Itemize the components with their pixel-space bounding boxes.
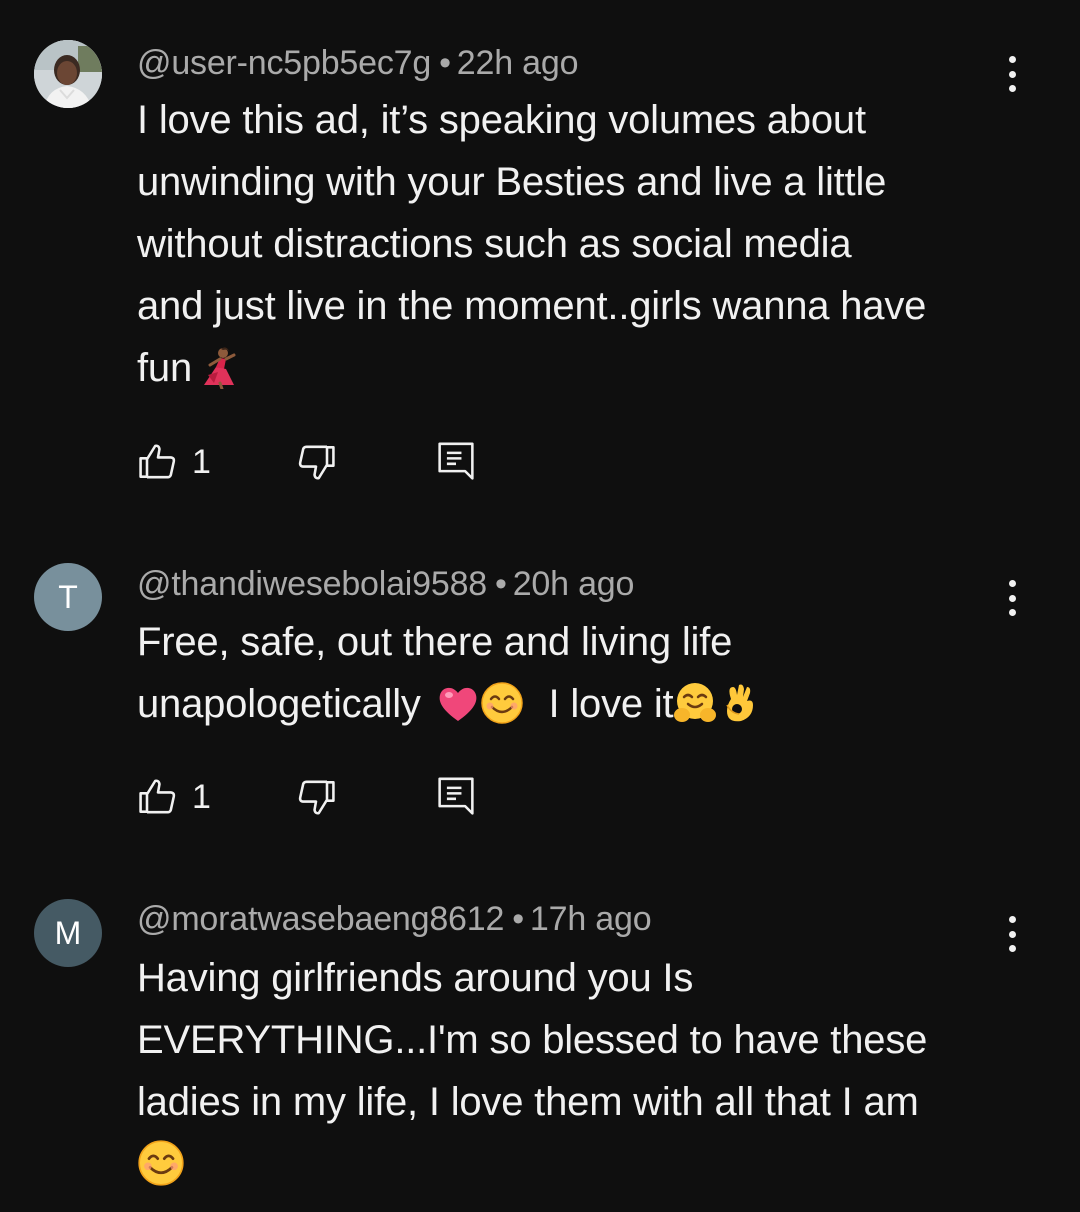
avatar-letter: M [54,914,82,951]
comment-time[interactable]: 20h ago [513,565,635,603]
comment-text: Free, safe, out there and living life un… [137,611,1017,735]
comment-line: ladies in my life, I love them with all … [137,1080,919,1124]
reply-icon [438,777,474,815]
comment-line-text: fun [137,346,193,390]
smile-emoji [480,682,523,724]
comment-actions: 1 [136,440,496,484]
avatar[interactable] [34,40,102,108]
heart-emoji [439,687,476,721]
thumbs-down-icon [298,445,335,480]
dislike-button[interactable] [294,440,338,484]
comment-line: Having girlfriends around you Is [137,956,694,1000]
like-button[interactable]: 1 [136,775,211,819]
comment-meta: @moratwasebaeng8612 • 17h ago [137,900,652,939]
comment-line [137,1133,1017,1197]
comment-time[interactable]: 17h ago [530,900,652,938]
reply-icon [438,442,474,480]
dancer-emoji [204,347,236,389]
comment-line: fun [137,337,1017,399]
like-count: 1 [192,777,211,816]
comment-line: I love this ad, it’s speaking volumes ab… [137,98,866,142]
thumbs-up-icon [139,444,176,479]
comment-line: unapologetically I love it [137,673,1017,735]
avatar-photo [34,40,102,108]
hug-emoji [674,683,717,722]
avatar[interactable]: M [34,899,102,967]
comment-line: and just live in the moment..girls wanna… [137,284,927,328]
dislike-button[interactable] [294,775,338,819]
avatar-letter: T [58,578,78,615]
meta-separator: • [439,44,451,82]
like-count: 1 [192,442,211,481]
comment-text: Having girlfriends around you Is EVERYTH… [137,947,1017,1197]
avatar[interactable]: T [34,563,102,631]
comment-author[interactable]: @user-nc5pb5ec7g [137,44,431,82]
comment-text: I love this ad, it’s speaking volumes ab… [137,89,1017,399]
comment-line-text: unapologetically [137,682,421,726]
reply-button[interactable] [436,775,476,819]
comment-time[interactable]: 22h ago [457,44,579,82]
comment-actions: 1 [136,775,496,819]
like-button[interactable]: 1 [136,440,211,484]
comment-meta: @thandiwesebolai9588 • 20h ago [137,565,634,604]
thumbs-down-icon [298,780,335,815]
comment-line: Free, safe, out there and living life [137,620,733,664]
comment-line: without distractions such as social medi… [137,222,852,266]
comment-author[interactable]: @moratwasebaeng8612 [137,900,504,938]
ok-hand-emoji [726,684,754,722]
comment-line-text: I love it [548,682,674,726]
reply-button[interactable] [436,440,476,484]
comment-author[interactable]: @thandiwesebolai9588 [137,565,487,603]
meta-separator: • [512,900,524,938]
smile-emoji [138,1140,184,1186]
comment-meta: @user-nc5pb5ec7g • 22h ago [137,44,578,83]
thumbs-up-icon [139,779,176,814]
comment-line: EVERYTHING...I'm so blessed to have thes… [137,1018,928,1062]
meta-separator: • [495,565,507,603]
comment-line: unwinding with your Besties and live a l… [137,160,887,204]
